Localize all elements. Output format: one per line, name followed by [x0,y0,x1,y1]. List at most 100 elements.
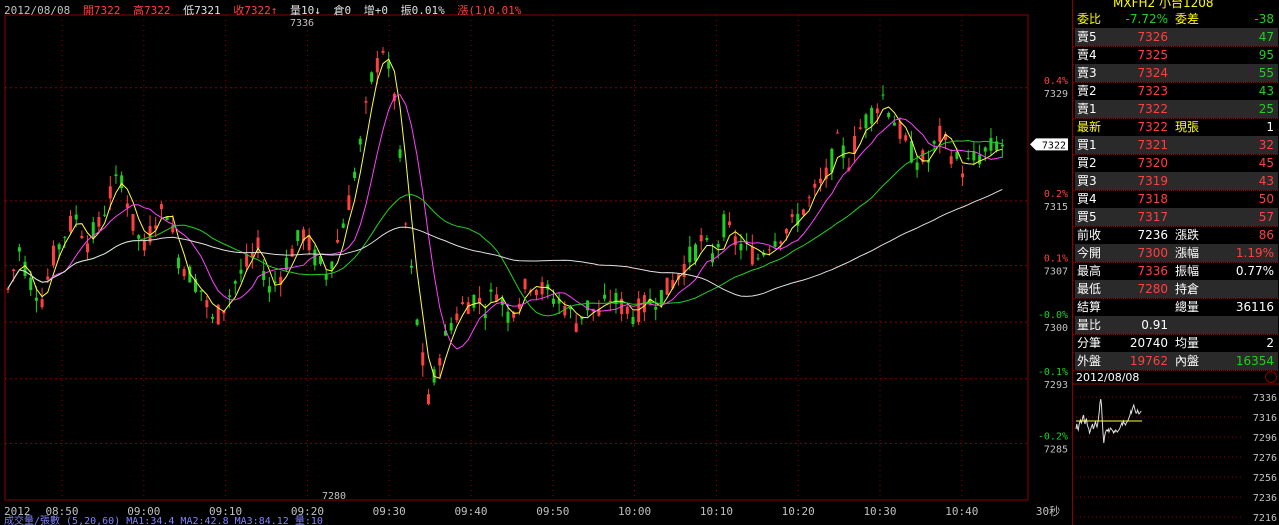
quote-value: 7280 [1137,282,1168,296]
candle [631,316,635,325]
y-tick-price: 7307 [1044,267,1068,278]
quote-label: 買4 [1077,192,1097,206]
candle [120,175,124,189]
candle [756,258,760,260]
candle [614,293,618,305]
quote-value-2: 43 [1258,84,1274,98]
quote-row: 結算 總量 36116 [1075,298,1278,316]
quote-row: 買5 7317 57 [1075,208,1278,226]
candle [137,235,141,239]
candle [881,94,885,96]
candle [767,249,771,251]
candle [966,157,970,159]
y-tick-price: 7293 [1044,380,1068,391]
candle [779,241,783,244]
candle [415,319,419,325]
x-tick-label: 09:30 [373,505,406,518]
quote-label-2: 均量 [1175,336,1200,350]
quote-value: 7236 [1137,228,1168,242]
candle [131,214,135,231]
price-chart[interactable]: 0.4% 7329 0.2% 7315 0.1% 7307 -0.0% 7300 -0.1% 72… [0,0,1072,525]
quote-value-2: 50 [1258,192,1274,206]
candle [262,271,266,280]
candle [438,358,442,366]
candle [336,240,340,243]
candle [103,214,107,216]
y-tick-price: 7300 [1044,323,1068,334]
quote-row: 買1 7321 32 [1075,136,1278,154]
candle [841,145,845,158]
quote-label: 最低 [1077,282,1102,296]
y-tick-pct: 0.1% [1044,254,1068,265]
candle [455,313,459,321]
quote-value: 7326 [1137,30,1168,44]
quote-value-2: 45 [1258,156,1274,170]
mini-tick: 7256 [1253,473,1277,484]
quote-value: 7336 [1137,264,1168,278]
candle [898,121,902,139]
candle [159,204,163,210]
quote-label: 買1 [1077,138,1097,152]
quote-label: 前收 [1077,228,1102,242]
candle [858,127,862,129]
candle [972,151,976,161]
header-oi: 倉0 [333,4,352,17]
candle [182,269,186,277]
quote-value-2: 55 [1258,66,1274,80]
quote-value: 19762 [1129,354,1168,368]
x-tick-label: 10:00 [618,505,651,518]
candle [267,286,271,293]
quote-value: 7318 [1137,192,1168,206]
candle [404,223,408,225]
candle [23,261,27,276]
quote-value: 0.91 [1141,318,1168,332]
mini-chart[interactable]: 2012/08/08 7336 7316 7296 7276 7256 7236 7216 [1072,370,1279,525]
quote-value: 7317 [1137,210,1168,224]
header-amp: 振0.01% [400,4,445,17]
header-high: 高7322 [132,4,171,17]
quote-label-2: 振幅 [1175,264,1200,278]
candle [398,149,402,158]
quote-value: 7322 [1137,120,1168,134]
candle [983,147,987,152]
candle [699,235,703,242]
quote-row: 最低 7280 持倉 [1075,280,1278,298]
candle [654,306,658,310]
quote-label-2: 現張 [1175,120,1200,134]
quote-value-2: 57 [1258,210,1274,224]
quote-label-2: 委差 [1175,12,1200,26]
candle [472,295,476,308]
candle [625,306,629,314]
volume-caption: 成交量/張數 (5,20,60) MA1:34.4 MA2:42.8 MA3:8… [4,514,323,525]
candle [245,254,249,267]
quote-row: 分筆 20740 均量 2 [1075,334,1278,352]
candle [63,236,67,238]
candle [51,245,55,266]
candle [29,277,33,291]
candle [716,244,720,248]
quote-row: 賣1 7322 25 [1075,100,1278,118]
candles [6,47,1004,406]
quote-value: -7.72% [1125,12,1168,26]
candle [773,241,777,247]
candle [239,269,243,274]
low-label: 7280 [322,491,346,502]
candle [694,244,697,262]
candle [347,195,351,210]
candle [211,316,215,319]
last-price-label: 7322 [1042,140,1066,151]
quote-header: 2012/08/08 開7322 高7322 低7321 收7322↑ 量10↓… [4,2,527,18]
header-close: 收7322↑ [233,4,278,17]
header-chg: 增+0 [363,4,388,17]
candle [989,138,993,151]
candle [807,197,811,199]
y-tick-pct: 0.4% [1044,76,1068,87]
candle [784,228,788,234]
candle [17,247,21,252]
candle [540,282,544,295]
candle [358,138,362,145]
ma-line [7,58,1003,379]
ma-lines [7,58,1003,379]
mini-tick: 7216 [1253,513,1277,524]
header-low: 低7321 [183,4,221,17]
